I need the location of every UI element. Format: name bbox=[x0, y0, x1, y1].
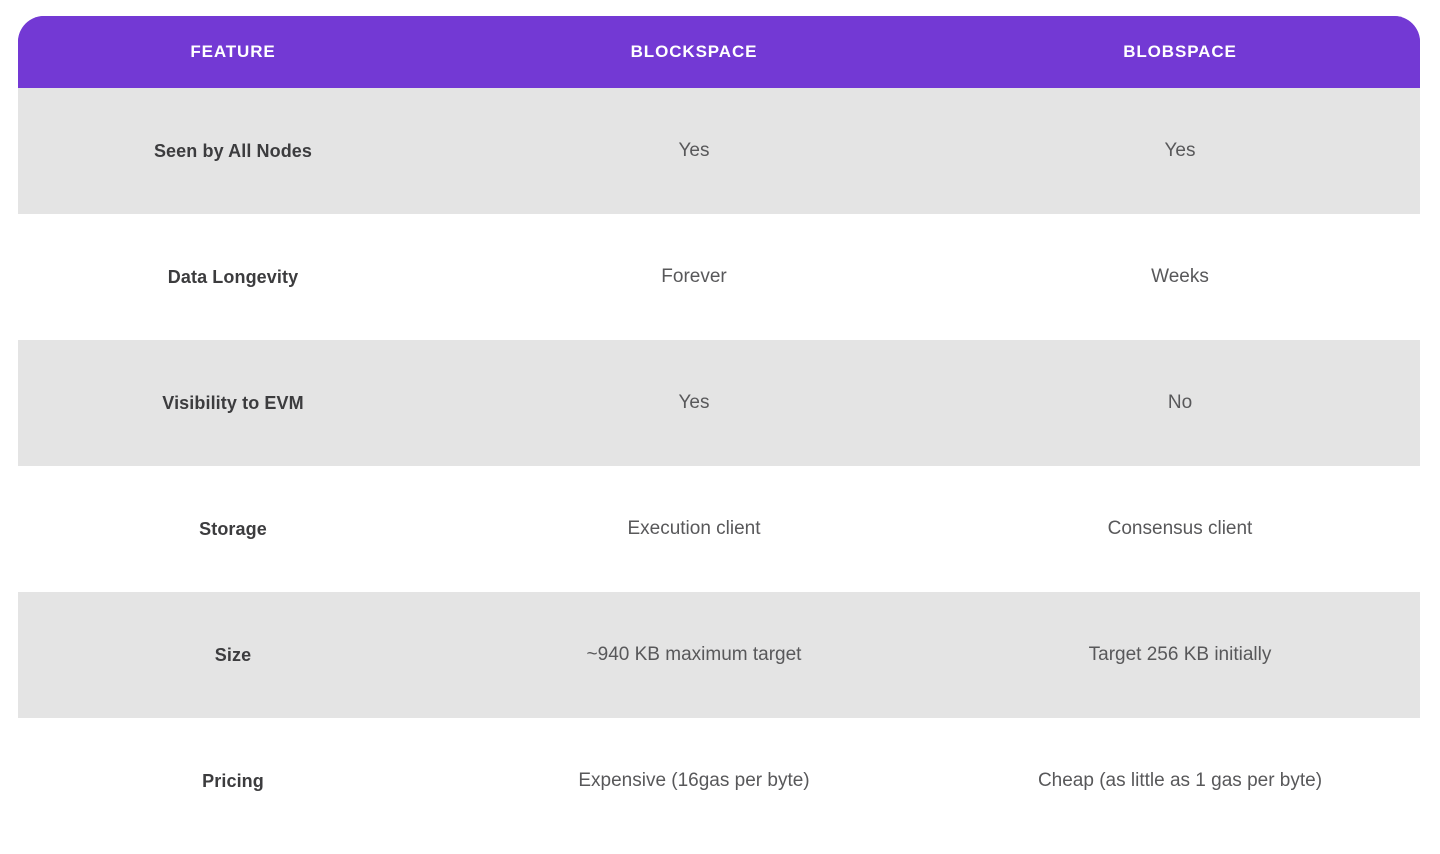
cell-feature: Seen by All Nodes bbox=[153, 140, 313, 161]
table-row: Seen by All Nodes Yes Yes bbox=[18, 88, 1420, 214]
table-row: Pricing Expensive (16gas per byte) Cheap… bbox=[18, 718, 1420, 844]
table-row: Storage Execution client Consensus clien… bbox=[18, 466, 1420, 592]
cell-blockspace: Expensive (16gas per byte) bbox=[578, 770, 810, 792]
cell-blobspace: Weeks bbox=[1151, 266, 1209, 288]
table-header-row: FEATURE BLOCKSPACE BLOBSPACE bbox=[18, 16, 1420, 88]
cell-blobspace: Cheap (as little as 1 gas per byte) bbox=[1037, 770, 1323, 792]
cell-blobspace: Consensus client bbox=[1107, 518, 1253, 540]
cell-blockspace: Yes bbox=[678, 140, 710, 162]
table-row: Size ~940 KB maximum target Target 256 K… bbox=[18, 592, 1420, 718]
page-root: FEATURE BLOCKSPACE BLOBSPACE Seen by All… bbox=[0, 0, 1440, 854]
cell-blockspace: Forever bbox=[661, 266, 727, 288]
table-header: FEATURE BLOCKSPACE BLOBSPACE bbox=[18, 16, 1420, 88]
cell-blobspace: Target 256 KB initially bbox=[1088, 644, 1272, 666]
cell-blockspace: ~940 KB maximum target bbox=[586, 644, 802, 666]
cell-feature: Size bbox=[214, 644, 252, 665]
cell-feature: Visibility to EVM bbox=[162, 392, 304, 413]
table-row: Visibility to EVM Yes No bbox=[18, 340, 1420, 466]
column-header-feature: FEATURE bbox=[18, 16, 448, 88]
table-row: Data Longevity Forever Weeks bbox=[18, 214, 1420, 340]
column-header-blockspace: BLOCKSPACE bbox=[448, 16, 940, 88]
cell-feature: Storage bbox=[199, 518, 267, 539]
cell-blobspace: Yes bbox=[1164, 140, 1196, 162]
column-header-blobspace: BLOBSPACE bbox=[940, 16, 1420, 88]
cell-feature: Pricing bbox=[202, 770, 264, 791]
cell-blobspace: No bbox=[1167, 392, 1193, 414]
cell-blockspace: Execution client bbox=[627, 518, 761, 540]
cell-feature: Data Longevity bbox=[167, 266, 299, 287]
comparison-table: FEATURE BLOCKSPACE BLOBSPACE Seen by All… bbox=[18, 16, 1420, 844]
cell-blockspace: Yes bbox=[678, 392, 710, 414]
table-body: Seen by All Nodes Yes Yes Data Longevity… bbox=[18, 88, 1420, 844]
